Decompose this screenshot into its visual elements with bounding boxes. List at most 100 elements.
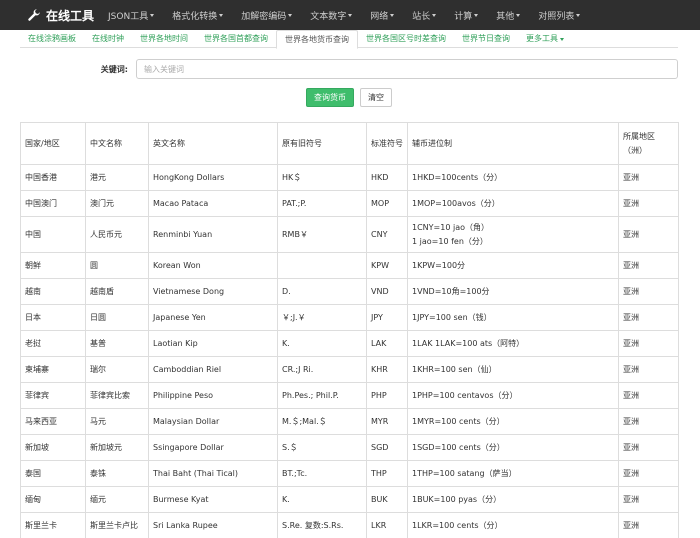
query-currency-button[interactable]: 查询货币 <box>306 88 354 107</box>
table-cell: 亚洲 <box>618 460 679 487</box>
nav-item-label: 对照列表 <box>538 11 575 22</box>
table-cell: 朝鲜 <box>20 252 86 279</box>
table-cell: 中国 <box>20 216 86 253</box>
nav-item-6[interactable]: 计算 <box>454 9 479 22</box>
table-cell: 1HKD=100cents（分） <box>407 164 619 191</box>
table-cell: Laotian Kip <box>148 330 278 357</box>
table-cell: Japanese Yen <box>148 304 278 331</box>
tab-label: 世界各地时间 <box>140 34 188 43</box>
table-cell: Vietnamese Dong <box>148 278 278 305</box>
tool-tabs: 在线涂鸦画板 在线时钟 世界各地时间 世界各国首都查询 世界各地货币查询 世界各国区号时差… <box>20 30 678 49</box>
tab-4[interactable]: 世界各地货币查询 <box>276 30 358 49</box>
table-cell: 圆 <box>85 252 149 279</box>
table-cell: 1PHP=100 centavos（分） <box>407 382 619 409</box>
table-cell: 1KPW=100分 <box>407 252 619 279</box>
table-row: 斯里兰卡 斯里兰卡卢比 Sri Lanka Rupee S.Re. 复数:S.Rs. L… <box>20 512 679 538</box>
brand-name: 在线工具 <box>46 8 95 23</box>
tab-6[interactable]: 世界节日查询 <box>454 30 518 48</box>
tab-2[interactable]: 世界各地时间 <box>132 30 196 48</box>
table-cell: HongKong Dollars <box>148 164 278 191</box>
column-header: 辅币进位制 <box>407 122 619 165</box>
table-cell: 澳门元 <box>85 190 149 217</box>
nav-item-label: 加解密编码 <box>241 11 287 22</box>
brand-logo[interactable]: 在线工具 <box>27 7 94 24</box>
table-cell: Camboddian Riel <box>148 356 278 383</box>
nav-item-5[interactable]: 站长 <box>412 9 437 22</box>
column-header: 国家/地区 <box>20 122 86 165</box>
table-cell: 亚洲 <box>618 252 679 279</box>
currency-table: 国家/地区 中文名称 英文名称 原有旧符号 标准符号 辅币进位制 所属地区（洲） 中国香港港… <box>20 122 679 538</box>
cell-line: 1 jao=10 fen（分） <box>412 236 488 246</box>
table-cell: ￥;J.￥ <box>277 304 367 331</box>
tab-7[interactable]: 更多工具 <box>518 30 572 48</box>
table-cell: 亚洲 <box>618 278 679 305</box>
table-cell: 1THP=100 satang（萨当） <box>407 460 619 487</box>
table-cell: 1VND=10角=100分 <box>407 278 619 305</box>
tab-0[interactable]: 在线涂鸦画板 <box>20 30 84 48</box>
table-cell: MYR <box>366 408 408 435</box>
nav-item-1[interactable]: 格式化转换 <box>172 9 224 22</box>
table-cell: PHP <box>366 382 408 409</box>
nav-item-0[interactable]: JSON工具 <box>108 9 155 22</box>
table-cell: Korean Won <box>148 252 278 279</box>
table-cell: 日本 <box>20 304 86 331</box>
table-cell: 越南 <box>20 278 86 305</box>
table-cell: 1MYR=100 cents（分） <box>407 408 619 435</box>
nav-item-2[interactable]: 加解密编码 <box>241 9 293 22</box>
clear-button[interactable]: 清空 <box>360 88 392 107</box>
table-cell: CR.;J Ri. <box>277 356 367 383</box>
table-cell: 日圆 <box>85 304 149 331</box>
nav-item-label: 文本数字 <box>310 11 347 22</box>
keyword-input[interactable] <box>136 59 678 79</box>
nav-item-7[interactable]: 其他 <box>496 9 521 22</box>
tab-label: 世界各国首都查询 <box>204 34 268 43</box>
table-row: 菲律宾 菲律宾比索 Philippine Peso Ph.Pes.; Phil.P. P… <box>20 382 679 409</box>
nav-item-label: 格式化转换 <box>172 11 218 22</box>
tab-label: 世界各国区号时差查询 <box>366 34 446 43</box>
caret-down-icon <box>390 13 395 17</box>
table-cell: 缅甸 <box>20 486 86 513</box>
caret-down-icon <box>516 13 521 17</box>
table-cell: 新加坡 <box>20 434 86 461</box>
tab-1[interactable]: 在线时钟 <box>84 30 132 48</box>
table-cell: LAK <box>366 330 408 357</box>
caret-down-icon <box>432 13 437 17</box>
table-cell: 亚洲 <box>618 190 679 217</box>
table-cell: 1SGD=100 cents（分） <box>407 434 619 461</box>
table-cell: 斯里兰卡卢比 <box>85 512 149 538</box>
table-row: 柬埔寨 瑞尔 Camboddian Riel CR.;J Ri. KHR 1KHR=100… <box>20 356 679 383</box>
table-cell: Macao Pataca <box>148 190 278 217</box>
table-cell: KHR <box>366 356 408 383</box>
table-cell <box>277 252 367 279</box>
nav-item-label: 站长 <box>412 11 431 22</box>
table-cell: 亚洲 <box>618 304 679 331</box>
table-cell: 斯里兰卡 <box>20 512 86 538</box>
table-row: 老挝 基普 Laotian Kip K. LAK 1LAK 1LAK=100 ats（阿特… <box>20 330 679 357</box>
table-cell: 1JPY=100 sen（钱） <box>407 304 619 331</box>
table-row: 新加坡 新加坡元 Ssingapore Dollar S.＄ SGD 1SGD=100 c… <box>20 434 679 461</box>
table-cell: 1LKR=100 cents（分） <box>407 512 619 538</box>
table-cell: 港元 <box>85 164 149 191</box>
table-cell: 亚洲 <box>618 512 679 538</box>
tab-3[interactable]: 世界各国首都查询 <box>196 30 276 48</box>
caret-down-icon <box>150 13 155 17</box>
table-cell: Burmese Kyat <box>148 486 278 513</box>
table-row: 日本 日圆 Japanese Yen ￥;J.￥ JPY 1JPY=100 sen（钱）亚… <box>20 304 679 331</box>
table-cell: 柬埔寨 <box>20 356 86 383</box>
table-cell: 亚洲 <box>618 216 679 253</box>
table-cell: 越南盾 <box>85 278 149 305</box>
table-cell: 泰铢 <box>85 460 149 487</box>
tab-label: 世界各地货币查询 <box>285 35 349 44</box>
table-cell: BT.;Tc. <box>277 460 367 487</box>
column-header: 标准符号 <box>366 122 408 165</box>
tab-5[interactable]: 世界各国区号时差查询 <box>358 30 454 48</box>
action-buttons: 查询货币 清空 <box>306 88 392 107</box>
nav-item-3[interactable]: 文本数字 <box>310 9 353 22</box>
nav-item-4[interactable]: 网络 <box>370 9 395 22</box>
nav-item-8[interactable]: 对照列表 <box>538 9 581 22</box>
table-row: 泰国 泰铢 Thai Baht (Thai Tical) BT.;Tc. THP 1THP… <box>20 460 679 487</box>
nav-item-label: JSON工具 <box>108 11 149 22</box>
caret-down-icon <box>474 13 479 17</box>
table-cell: 1KHR=100 sen（仙） <box>407 356 619 383</box>
table-cell: 1BUK=100 pyas（分） <box>407 486 619 513</box>
